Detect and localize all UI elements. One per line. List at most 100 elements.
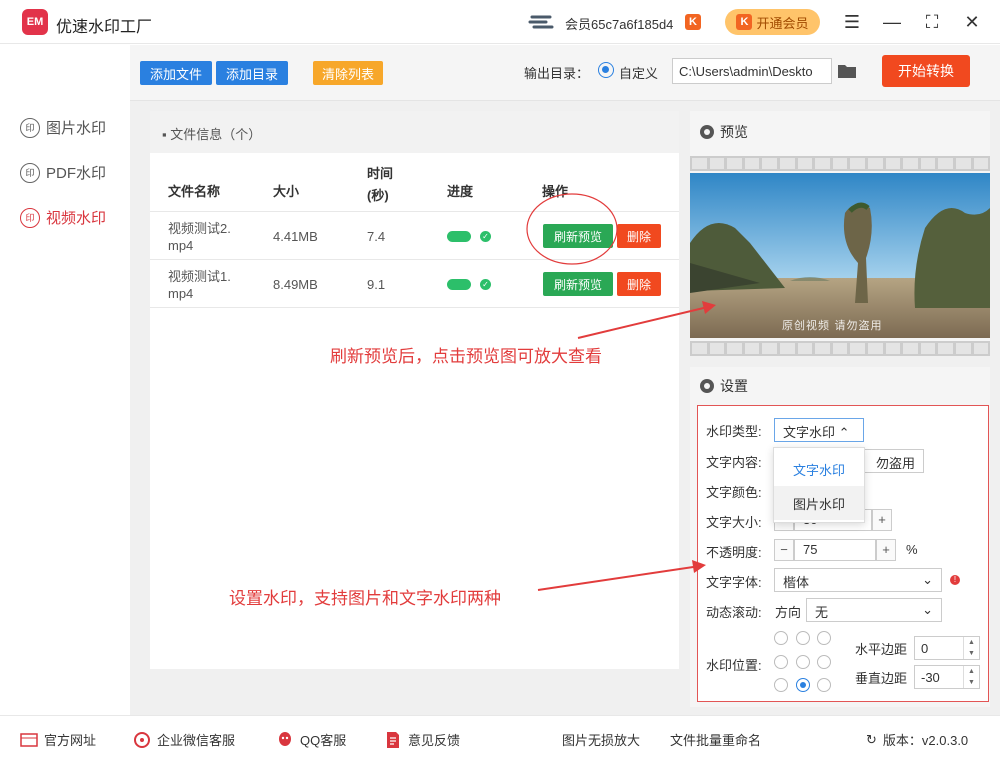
- wechat-service-link[interactable]: 企业微信客服: [133, 730, 235, 749]
- progress-bar: [447, 279, 471, 290]
- user-icon: [528, 15, 554, 29]
- maximize-icon[interactable]: ⛶: [920, 10, 944, 34]
- add-file-button[interactable]: 添加文件: [140, 61, 212, 85]
- close-icon[interactable]: ✕: [960, 10, 984, 34]
- title-bar: EM 优速水印工厂 会员65c7a6f185d4 K K 开通会员 ☰ — ⛶ ✕: [0, 0, 1000, 44]
- scroll-label: 动态滚动:: [706, 605, 762, 620]
- spinner-arrows-icon[interactable]: ▲ ▼: [963, 666, 979, 688]
- watermark-icon: 印: [20, 117, 40, 138]
- document-icon: ▪: [162, 127, 167, 142]
- dropdown-option-image[interactable]: 图片水印: [774, 486, 864, 520]
- opacity-plus-button[interactable]: +: [876, 539, 896, 561]
- app-title: 优速水印工厂: [56, 19, 153, 36]
- file-panel-title: 文件信息（个）: [170, 127, 262, 142]
- refresh-preview-button[interactable]: 刷新预览: [543, 272, 613, 296]
- text-size-label: 文字大小:: [706, 515, 762, 530]
- vip-badge-icon: K: [685, 14, 701, 30]
- custom-radio[interactable]: [598, 62, 614, 78]
- toolbar: 添加文件 添加目录 清除列表 输出目录： 自定义 C:\Users\admin\…: [130, 45, 1000, 101]
- menu-icon[interactable]: ☰: [840, 10, 864, 34]
- column-name: 文件名称: [168, 184, 221, 199]
- delete-button[interactable]: 删除: [617, 224, 661, 248]
- version-info: ↻ 版本：v2.0.3.0: [866, 730, 968, 749]
- qq-label: QQ客服: [300, 733, 347, 748]
- feedback-label: 意见反馈: [408, 733, 461, 748]
- size-plus-button[interactable]: +: [872, 509, 892, 531]
- file-panel-header: ▪ 文件信息（个）: [150, 111, 679, 153]
- position-bottom-right[interactable]: [817, 678, 831, 692]
- h-margin-input[interactable]: 0 ▲ ▼: [914, 636, 980, 660]
- direction-label: 方向: [775, 605, 802, 620]
- feedback-icon: [387, 731, 399, 748]
- preview-title: 预览: [720, 124, 748, 140]
- font-label: 文字字体:: [706, 575, 762, 590]
- warning-icon[interactable]: !: [950, 575, 960, 585]
- add-directory-button[interactable]: 添加目录: [216, 61, 288, 85]
- settings-header: 设置: [690, 367, 990, 405]
- dropdown-option-text[interactable]: 文字水印: [774, 452, 864, 486]
- minimize-icon[interactable]: —: [880, 10, 904, 34]
- preview-header: 预览: [690, 111, 990, 153]
- open-vip-label: 开通会员: [756, 15, 809, 31]
- position-middle-center[interactable]: [796, 655, 810, 669]
- preview-image[interactable]: 原创视频 请勿盗用: [690, 173, 990, 338]
- website-icon: [20, 732, 38, 747]
- wm-type-select[interactable]: 文字水印 ⌃: [774, 418, 864, 442]
- position-bottom-left[interactable]: [774, 678, 788, 692]
- wm-type-dropdown: 文字水印 图片水印: [773, 447, 865, 523]
- chevron-down-icon: ⌄: [922, 572, 933, 587]
- batch-rename-link[interactable]: 文件批量重命名: [670, 730, 761, 749]
- highlight-circle: [526, 193, 618, 265]
- folder-icon[interactable]: [837, 63, 857, 79]
- check-icon: ✓: [480, 231, 491, 242]
- image-enlarge-link[interactable]: 图片无损放大: [562, 730, 640, 749]
- position-top-center[interactable]: [796, 631, 810, 645]
- direction-select[interactable]: 无 ⌄: [806, 598, 942, 622]
- batch-rename-label: 文件批量重命名: [670, 733, 762, 748]
- position-middle-left[interactable]: [774, 655, 788, 669]
- chevron-down-icon: ⌄: [922, 602, 933, 617]
- spinner-arrows-icon[interactable]: ▲ ▼: [963, 637, 979, 659]
- direction-value: 无: [815, 605, 829, 620]
- opacity-input[interactable]: 75: [794, 539, 876, 561]
- v-margin-input[interactable]: -30 ▲ ▼: [914, 665, 980, 689]
- sidebar-item-video-watermark[interactable]: 印视频水印: [20, 207, 106, 228]
- sidebar-item-pdf-watermark[interactable]: 印 PDF水印: [20, 162, 106, 183]
- opacity-minus-button[interactable]: −: [774, 539, 794, 561]
- file-name-ext: mp4: [168, 286, 194, 301]
- output-path-field[interactable]: C:\Users\admin\Deskto: [672, 58, 832, 84]
- column-time-unit: (秒): [367, 188, 389, 203]
- gear-icon: [700, 125, 714, 139]
- position-top-right[interactable]: [817, 631, 831, 645]
- position-bottom-center[interactable]: [796, 678, 810, 692]
- delete-button[interactable]: 删除: [617, 272, 661, 296]
- column-size: 大小: [273, 184, 300, 199]
- position-top-left[interactable]: [774, 631, 788, 645]
- position-middle-right[interactable]: [817, 655, 831, 669]
- sidebar-item-label: 图片水印: [46, 120, 107, 137]
- clear-list-button[interactable]: 清除列表: [313, 61, 383, 85]
- sidebar-item-image-watermark[interactable]: 印图片水印: [20, 117, 106, 138]
- start-convert-button[interactable]: 开始转换: [882, 55, 970, 87]
- username: 会员65c7a6f185d4: [565, 17, 674, 32]
- watermark-icon: 印: [20, 207, 40, 228]
- text-content-label: 文字内容:: [706, 455, 762, 470]
- v-margin-label: 垂直边距: [855, 671, 908, 686]
- watermark-text: 原创视频 请勿盗用: [782, 319, 883, 332]
- file-name: 视频测试1.: [168, 269, 231, 284]
- wechat-label: 企业微信客服: [157, 733, 236, 748]
- website-link[interactable]: 官方网址: [20, 730, 96, 749]
- qq-service-link[interactable]: QQ客服: [276, 730, 346, 749]
- open-vip-button[interactable]: K 开通会员: [725, 9, 820, 35]
- wm-type-label: 水印类型:: [706, 424, 762, 439]
- feedback-link[interactable]: 意见反馈: [384, 730, 460, 749]
- landscape-image: [690, 173, 990, 338]
- opacity-label: 不透明度:: [706, 545, 762, 560]
- file-time: 7.4: [367, 229, 386, 244]
- sidebar: 印图片水印 印 PDF水印 印视频水印: [0, 45, 130, 715]
- position-label: 水印位置:: [706, 658, 762, 673]
- column-time: 时间: [367, 166, 394, 181]
- file-size: 4.41MB: [273, 229, 318, 244]
- font-select[interactable]: 楷体 ⌄: [774, 568, 942, 592]
- opacity-unit: %: [906, 542, 918, 557]
